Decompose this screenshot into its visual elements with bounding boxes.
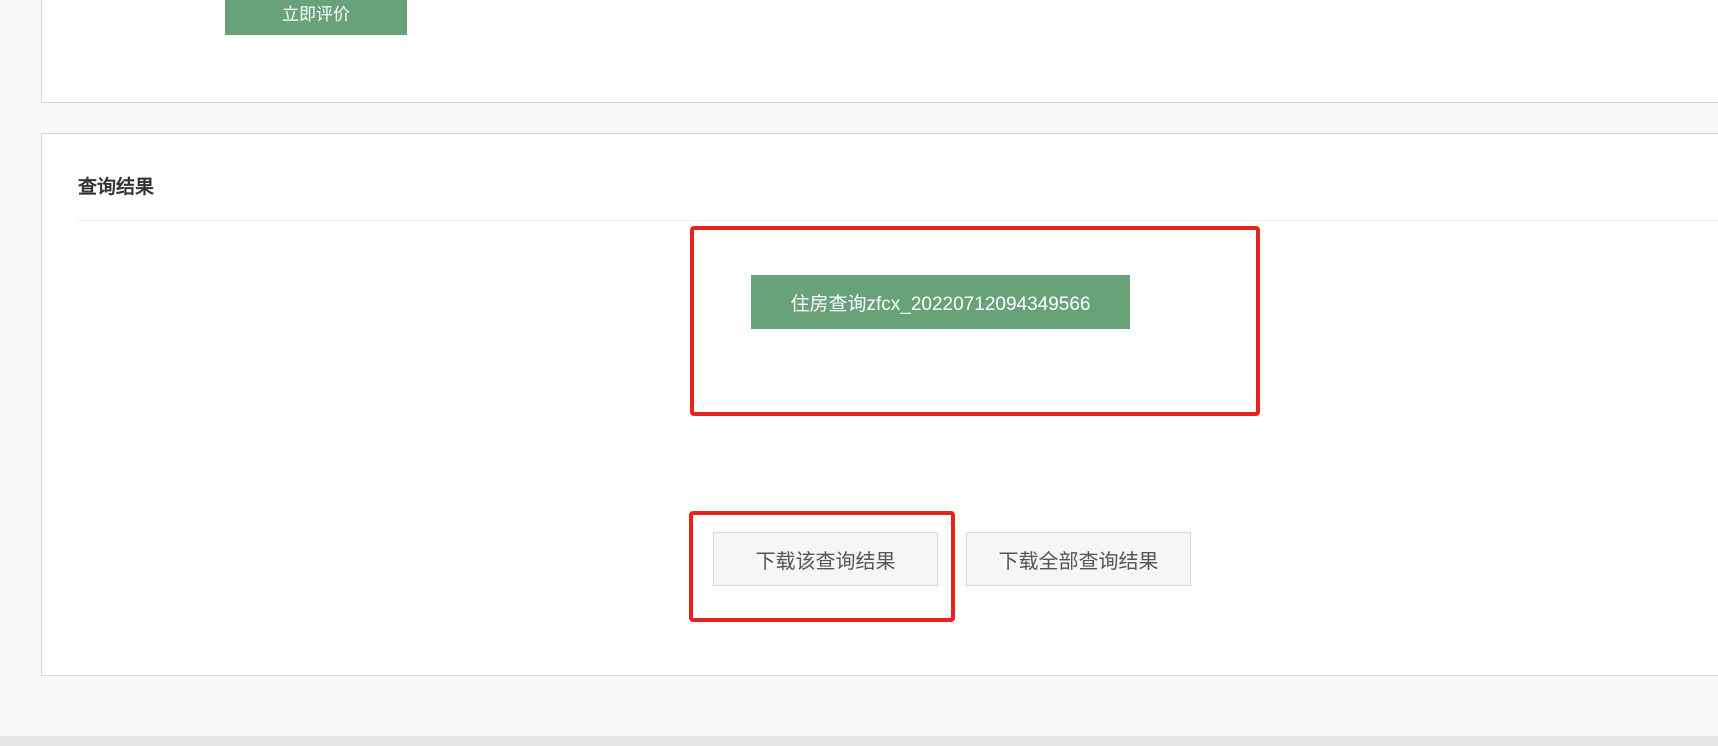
section-title: 查询结果: [78, 176, 155, 198]
download-this-result-button[interactable]: 下载该查询结果: [713, 532, 938, 586]
section-divider: [78, 220, 1718, 221]
bottom-bar: [0, 736, 1718, 746]
rate-now-button[interactable]: 立即评价: [225, 0, 407, 35]
download-all-results-button[interactable]: 下载全部查询结果: [966, 532, 1191, 586]
query-result-file-button[interactable]: 住房查询zfcx_20220712094349566: [751, 275, 1130, 329]
